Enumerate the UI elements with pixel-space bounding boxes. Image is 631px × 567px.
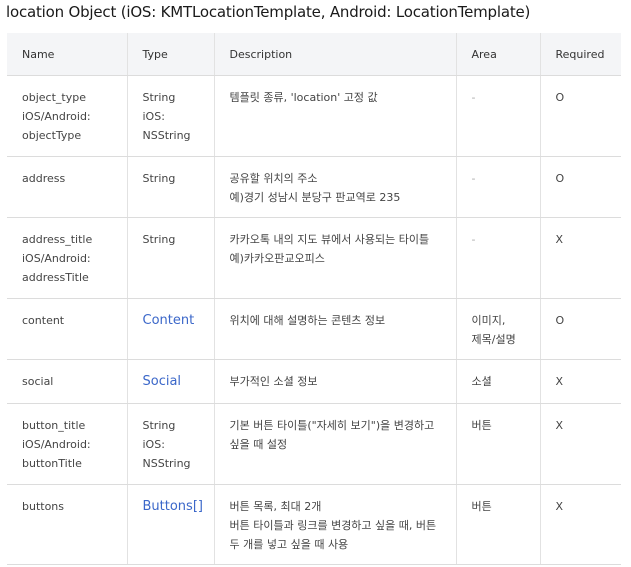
- description-line: 버튼 목록, 최대 2개: [229, 500, 322, 513]
- description-line: 공유할 위치의 주소: [229, 172, 318, 185]
- name-line: button_title: [22, 419, 86, 432]
- description-line: 예)경기 성남시 분당구 판교역로 235: [229, 191, 401, 204]
- area-line: 버튼: [471, 419, 492, 432]
- cell-area: 이미지, 제목/설명: [455, 298, 540, 360]
- column-header-name: Name: [7, 33, 127, 76]
- cell-name: social: [7, 359, 127, 404]
- name-line: content: [22, 314, 65, 327]
- cell-area: -: [455, 75, 540, 157]
- cell-area: 소셜: [455, 359, 540, 404]
- cell-type: String: [126, 156, 214, 218]
- type-line: iOS:: [142, 110, 165, 123]
- cell-required: X: [539, 217, 621, 299]
- table-header-row: Name Type Description Area Required: [7, 33, 621, 76]
- area-line: -: [471, 172, 476, 185]
- name-line: address: [22, 172, 66, 185]
- cell-required: X: [539, 403, 621, 485]
- cell-type: String iOS: NSString: [126, 403, 214, 485]
- location-object-table: Name Type Description Area Required obje…: [7, 33, 621, 565]
- cell-description: 위치에 대해 설명하는 콘텐츠 정보: [213, 298, 456, 360]
- area-line: 소셜: [471, 375, 492, 388]
- description-line: 카카오톡 내의 지도 뷰에서 사용되는 타이틀: [229, 233, 430, 246]
- cell-type: Social: [126, 359, 214, 404]
- column-header-type: Type: [126, 33, 214, 76]
- name-line: iOS/Android:: [22, 252, 91, 265]
- name-line: buttons: [22, 500, 65, 513]
- cell-type: Content: [126, 298, 214, 360]
- type-line: NSString: [142, 457, 191, 470]
- cell-description: 공유할 위치의 주소 예)경기 성남시 분당구 판교역로 235: [213, 156, 456, 218]
- column-header-required: Required: [539, 33, 621, 76]
- table-row: address_title iOS/Android: addressTitle …: [7, 217, 621, 299]
- cell-description: 카카오톡 내의 지도 뷰에서 사용되는 타이틀 예)카카오판교오피스: [213, 217, 456, 299]
- cell-type: String iOS: NSString: [126, 75, 214, 157]
- description-line: 템플릿 종류, 'location' 고정 값: [229, 91, 378, 104]
- cell-description: 템플릿 종류, 'location' 고정 값: [213, 75, 456, 157]
- cell-name: buttons: [7, 484, 127, 565]
- section-title: location Object (iOS: KMTLocationTemplat…: [6, 3, 531, 21]
- column-header-area: Area: [455, 33, 540, 76]
- cell-name: address: [7, 156, 127, 218]
- description-line: 싶을 때 설정: [229, 438, 288, 451]
- cell-name: object_type iOS/Android: objectType: [7, 75, 127, 157]
- cell-required: O: [539, 156, 621, 218]
- description-line: 두 개를 넣고 싶을 때 사용: [229, 538, 349, 551]
- social-type-link[interactable]: Social: [143, 374, 182, 389]
- cell-area: -: [455, 156, 540, 218]
- name-line: addressTitle: [22, 271, 89, 284]
- name-line: iOS/Android:: [22, 110, 91, 123]
- cell-name: button_title iOS/Android: buttonTitle: [7, 403, 127, 485]
- table-row: social Social 부가적인 소셜 정보 소셜 X: [7, 359, 621, 404]
- description-line: 예)카카오판교오피스: [229, 252, 325, 265]
- cell-type: Buttons[]: [126, 484, 214, 565]
- type-line: String: [142, 419, 176, 432]
- description-line: 부가적인 소셜 정보: [229, 375, 318, 388]
- cell-description: 기본 버튼 타이틀("자세히 보기")을 변경하고 싶을 때 설정: [213, 403, 456, 485]
- name-line: buttonTitle: [22, 457, 82, 470]
- column-header-description: Description: [213, 33, 456, 76]
- description-line: 버튼 타이틀과 링크를 변경하고 싶을 때, 버튼: [229, 519, 437, 532]
- table-row: button_title iOS/Android: buttonTitle St…: [7, 403, 621, 485]
- cell-required: O: [539, 75, 621, 157]
- cell-description: 부가적인 소셜 정보: [213, 359, 456, 404]
- table-row: buttons Buttons[] 버튼 목록, 최대 2개 버튼 타이틀과 링…: [7, 484, 621, 565]
- cell-area: 버튼: [455, 403, 540, 485]
- area-line: -: [471, 91, 476, 104]
- type-line: NSString: [142, 129, 191, 142]
- cell-description: 버튼 목록, 최대 2개 버튼 타이틀과 링크를 변경하고 싶을 때, 버튼 두…: [213, 484, 456, 565]
- type-line: String: [142, 91, 176, 104]
- area-line: 이미지,: [471, 314, 506, 327]
- type-line: String: [142, 172, 176, 185]
- document-page: location Object (iOS: KMTLocationTemplat…: [0, 0, 631, 567]
- cell-required: X: [539, 359, 621, 404]
- cell-required: X: [539, 484, 621, 565]
- cell-area: -: [455, 217, 540, 299]
- table-row: address String 공유할 위치의 주소 예)경기 성남시 분당구 판…: [7, 156, 621, 218]
- content-type-link[interactable]: Content: [143, 313, 195, 328]
- name-line: objectType: [22, 129, 82, 142]
- cell-area: 버튼: [455, 484, 540, 565]
- name-line: social: [22, 375, 54, 388]
- name-line: address_title: [22, 233, 93, 246]
- area-line: 제목/설명: [471, 333, 516, 346]
- cell-type: String: [126, 217, 214, 299]
- description-line: 위치에 대해 설명하는 콘텐츠 정보: [229, 314, 386, 327]
- name-line: iOS/Android:: [22, 438, 91, 451]
- area-line: -: [471, 233, 476, 246]
- area-line: 버튼: [471, 500, 492, 513]
- cell-name: content: [7, 298, 127, 360]
- cell-name: address_title iOS/Android: addressTitle: [7, 217, 127, 299]
- name-line: object_type: [22, 91, 86, 104]
- table-row: content Content 위치에 대해 설명하는 콘텐츠 정보 이미지, …: [7, 298, 621, 360]
- buttons-type-link[interactable]: Buttons[]: [143, 499, 203, 514]
- cell-required: O: [539, 298, 621, 360]
- description-line: 기본 버튼 타이틀("자세히 보기")을 변경하고: [229, 419, 435, 432]
- type-line: String: [142, 233, 176, 246]
- table-row: object_type iOS/Android: objectType Stri…: [7, 75, 621, 157]
- type-line: iOS:: [142, 438, 165, 451]
